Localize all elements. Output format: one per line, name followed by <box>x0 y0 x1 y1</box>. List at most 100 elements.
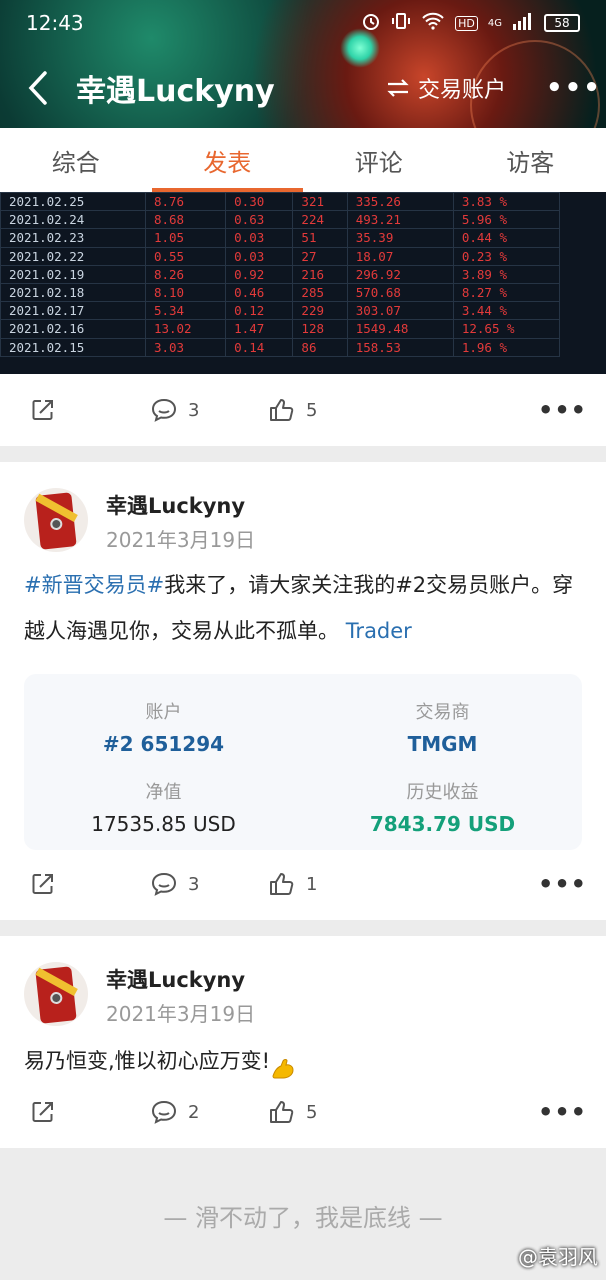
comment-count: 3 <box>188 873 200 895</box>
comment-button[interactable]: 3 <box>150 871 268 897</box>
tab-comments-label: 评论 <box>354 148 403 177</box>
like-button[interactable]: 5 <box>268 397 538 423</box>
table-cell-value: 3.03 <box>144 337 227 357</box>
table-cell-date: 2021.02.25 <box>0 192 146 212</box>
post-card: 幸遇Luckyny 2021年3月19日 #新晋交易员#我来了，请大家关注我的#… <box>0 462 606 920</box>
account-label: 账户 <box>145 702 182 723</box>
table-cell-date: 2021.02.24 <box>0 210 146 230</box>
post-header: 幸遇Luckyny 2021年3月19日 <box>24 488 584 552</box>
comment-count: 2 <box>188 1101 200 1123</box>
table-cell-value: 570.68 <box>346 282 454 303</box>
topic-hashtag[interactable]: #新晋交易员# <box>24 573 164 597</box>
network-type: 4G <box>487 17 502 29</box>
table-cell-value: 3.89 % <box>452 264 561 284</box>
table-cell-value: 5.96 % <box>452 210 561 230</box>
post-text-content: 易乃恒变,惟以初心应万变! <box>24 1049 271 1073</box>
status-icons: HD 4G 58 <box>361 11 580 36</box>
equity-label: 净值 <box>145 782 182 803</box>
table-cell-value: 0.03 <box>225 246 294 266</box>
swap-arrows-icon <box>387 79 409 97</box>
table-cell-value: 0.30 <box>225 192 294 212</box>
table-cell-value: 296.92 <box>346 264 454 284</box>
post-actions: 3 5 ••• <box>0 380 606 440</box>
table-cell-value: 1549.48 <box>346 319 454 339</box>
profile-header: 12:43 HD 4G 58 幸遇Luckyny 交易账户 ••• <box>0 0 606 128</box>
tab-visitors[interactable]: 访客 <box>455 128 606 192</box>
profit-value: 7843.79 USD <box>369 812 516 836</box>
tab-overview[interactable]: 综合 <box>0 128 152 192</box>
table-row: 2021.02.22 0.55 0.03 27 18.07 0.23 % <box>0 246 561 266</box>
table-row: 2021.02.16 13.02 1.47 128 1549.48 12.65 % <box>0 319 561 339</box>
table-cell-date: 2021.02.19 <box>0 264 146 284</box>
comment-icon <box>151 1100 177 1124</box>
broker-name: TMGM <box>407 732 478 756</box>
like-button[interactable]: 5 <box>268 1099 538 1125</box>
flexed-biceps-icon <box>270 1050 296 1079</box>
equity-cell: 净值 17535.85 USD <box>24 778 303 836</box>
profit-label: 历史收益 <box>406 782 479 803</box>
table-cell-value: 8.76 <box>144 192 227 212</box>
table-cell-value: 0.12 <box>225 301 294 321</box>
author-name[interactable]: 幸遇Luckyny <box>106 490 245 520</box>
table-cell-date: 2021.02.22 <box>0 246 146 266</box>
back-button[interactable] <box>0 56 76 120</box>
profile-tabs: 综合 发表 评论 访客 <box>0 128 606 192</box>
table-row: 2021.02.23 1.05 0.03 51 35.39 0.44 % <box>0 228 561 248</box>
table-cell-value: 335.26 <box>346 192 454 212</box>
trading-account-card[interactable]: 账户 #2 651294 交易商 TMGM 净值 17535.85 USD 历史… <box>24 674 582 850</box>
table-cell-value: 8.68 <box>144 210 227 230</box>
trade-history-image[interactable]: 2021.02.25 8.76 0.30 321 335.26 3.83 % 2021.02… <box>0 192 606 374</box>
share-button[interactable] <box>30 871 150 897</box>
comment-button[interactable]: 3 <box>150 397 268 423</box>
post-actions: 3 1 ••• <box>0 854 606 914</box>
wifi-icon <box>421 11 445 36</box>
post-date: 2021年3月19日 <box>106 528 256 552</box>
table-cell-value: 1.47 <box>225 319 294 339</box>
table-cell-value: 3.44 % <box>452 301 561 321</box>
battery-indicator: 58 <box>544 14 580 32</box>
tab-posts-label: 发表 <box>203 148 252 177</box>
table-row: 2021.02.24 8.68 0.63 224 493.21 5.96 % <box>0 210 561 230</box>
comment-button[interactable]: 2 <box>150 1099 268 1125</box>
avatar[interactable] <box>24 488 88 552</box>
table-cell-date: 2021.02.16 <box>0 319 146 339</box>
switch-trading-account-button[interactable]: 交易账户 <box>386 72 506 104</box>
table-cell-value: 0.23 % <box>452 246 561 266</box>
share-button[interactable] <box>30 397 150 423</box>
table-cell-value: 1.96 % <box>452 337 561 357</box>
account-cell: 账户 #2 651294 <box>24 698 303 756</box>
account-number: #2 651294 <box>102 732 225 756</box>
author-name[interactable]: 幸遇Luckyny <box>106 964 245 994</box>
thumbs-up-icon <box>270 873 294 895</box>
page-title: 幸遇Luckyny <box>76 74 275 109</box>
trader-link[interactable]: Trader <box>346 619 412 643</box>
table-cell-value: 229 <box>292 301 348 321</box>
tab-posts[interactable]: 发表 <box>151 128 304 192</box>
like-button[interactable]: 1 <box>268 871 538 897</box>
status-time: 12:43 <box>26 11 84 35</box>
table-cell-value: 13.02 <box>144 319 227 339</box>
table-cell-value: 321 <box>292 192 348 212</box>
table-cell-value: 1.05 <box>144 228 227 248</box>
post-text: 易乃恒变,惟以初心应万变! <box>24 1038 584 1084</box>
post-more-button[interactable]: ••• <box>538 1098 587 1126</box>
share-button[interactable] <box>30 1099 150 1125</box>
table-cell-value: 493.21 <box>346 210 454 230</box>
table-cell-value: 0.46 <box>225 282 294 303</box>
tab-overview-label: 综合 <box>51 148 100 177</box>
tab-comments[interactable]: 评论 <box>303 128 455 192</box>
comment-icon <box>151 872 177 896</box>
more-menu-button[interactable]: ••• <box>546 73 606 103</box>
switch-trading-account-label: 交易账户 <box>417 78 506 103</box>
table-row: 2021.02.25 8.76 0.30 321 335.26 3.83 % <box>0 192 561 212</box>
table-cell-value: 0.44 % <box>452 228 561 248</box>
avatar[interactable] <box>24 962 88 1026</box>
post-more-button[interactable]: ••• <box>538 870 587 898</box>
nav-bar: 幸遇Luckyny 交易账户 ••• <box>0 56 606 120</box>
chevron-left-icon <box>28 71 47 105</box>
end-of-list-text: — 滑不动了，我是底线 — <box>163 1204 443 1232</box>
broker-label: 交易商 <box>415 702 470 723</box>
post-header: 幸遇Luckyny 2021年3月19日 <box>24 962 584 1026</box>
post-more-button[interactable]: ••• <box>538 396 587 424</box>
table-cell-value: 35.39 <box>346 228 454 248</box>
